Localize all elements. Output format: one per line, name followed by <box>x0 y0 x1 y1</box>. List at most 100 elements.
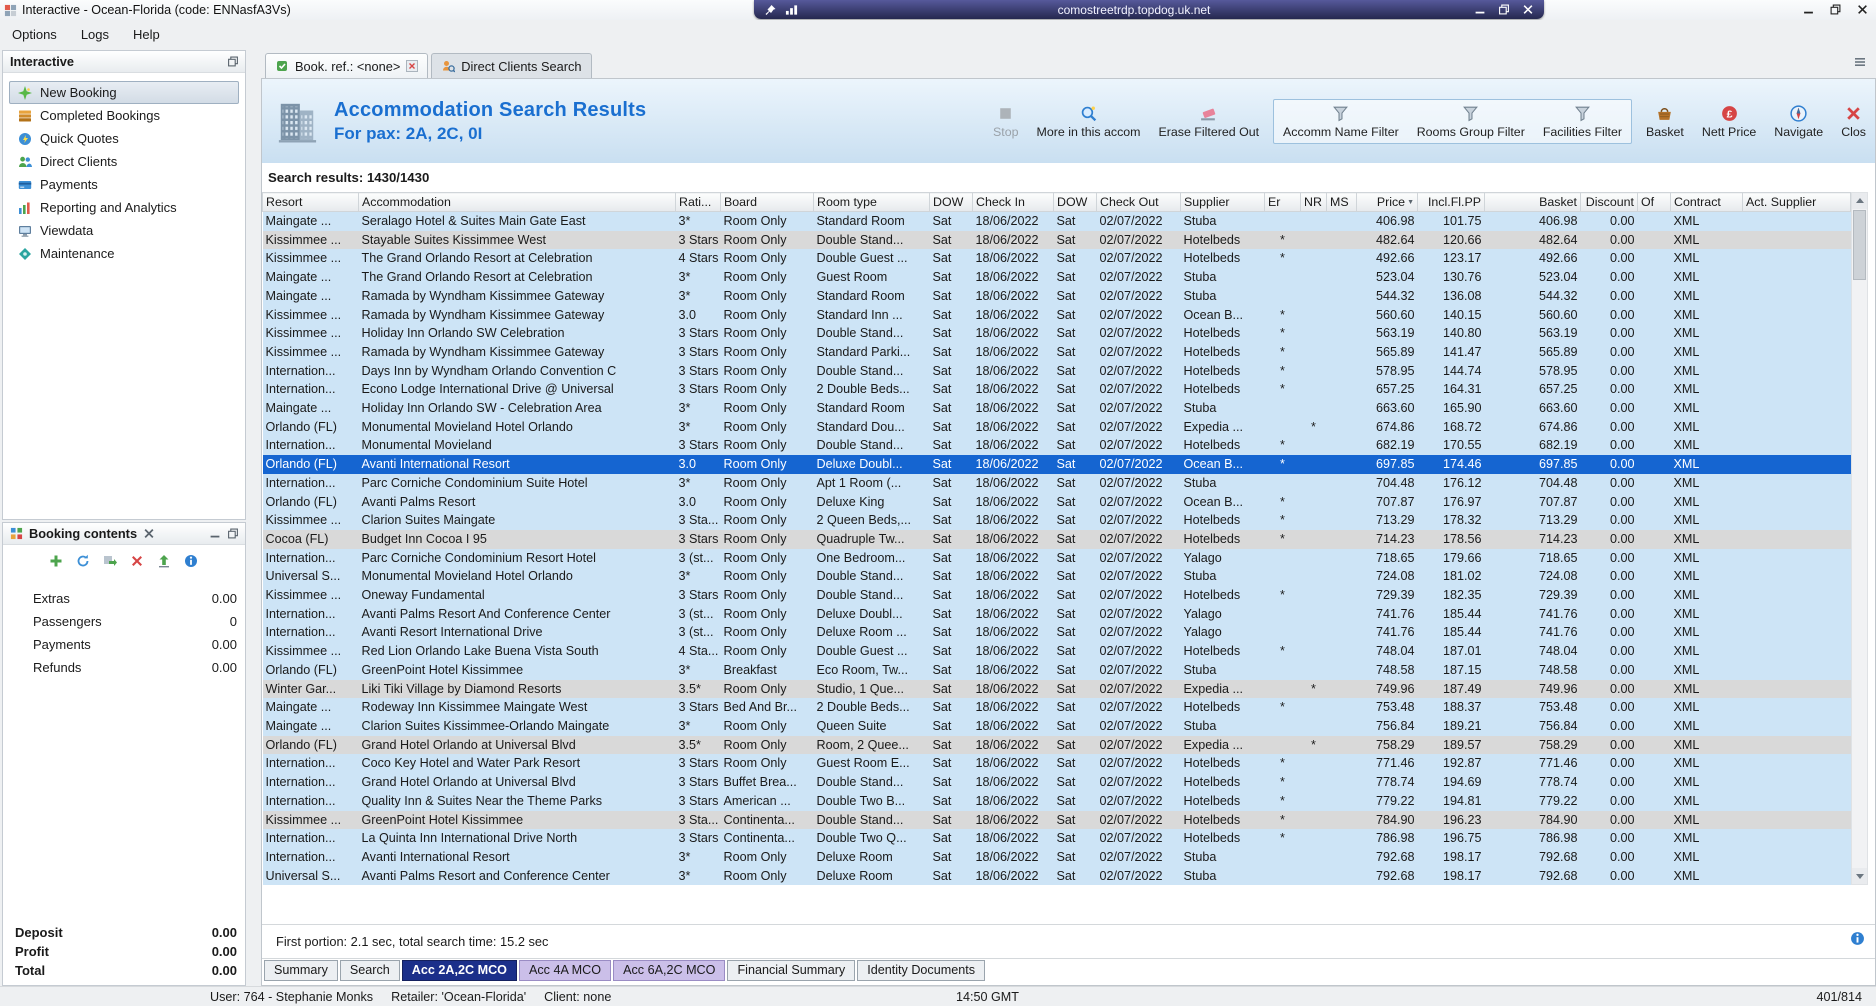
column-header-supplier[interactable]: Supplier <box>1180 192 1265 212</box>
column-header-dow[interactable]: DOW <box>929 192 973 212</box>
menu-item-options[interactable]: Options <box>8 25 61 44</box>
sidebar-item-maintenance[interactable]: Maintenance <box>9 242 239 265</box>
column-header-check-out[interactable]: Check Out <box>1096 192 1181 212</box>
table-row[interactable]: Internation... Coco Key Hotel and Water P… <box>262 754 1851 774</box>
tab-close-icon[interactable] <box>406 60 419 72</box>
more-in-this-accom-button[interactable]: More in this accom <box>1028 100 1150 143</box>
column-header-of[interactable]: Of <box>1637 192 1671 212</box>
table-row[interactable]: Kissimmee ... Clarion Suites Maingate 3 St… <box>262 511 1851 530</box>
info-icon[interactable] <box>1850 931 1865 946</box>
table-row[interactable]: Orlando (FL) Monumental Movieland Hotel O… <box>262 417 1851 437</box>
sidebar-item-viewdata[interactable]: Viewdata <box>9 219 239 242</box>
table-row[interactable]: Cocoa (FL) Budget Inn Cocoa I 95 3 Stars Ro… <box>262 529 1851 549</box>
tab-direct-clients-search[interactable]: Direct Clients Search <box>431 53 592 78</box>
column-header-rati[interactable]: Rati... <box>675 192 721 212</box>
table-row[interactable]: Universal S... Avanti Palms Resort and Co… <box>262 866 1851 886</box>
menu-item-logs[interactable]: Logs <box>77 25 113 44</box>
sidebar-item-payments[interactable]: Payments <box>9 173 239 196</box>
table-row[interactable]: Winter Gar... Liki Tiki Village by Diamon… <box>262 679 1851 699</box>
column-header-discount[interactable]: Discount <box>1580 192 1638 212</box>
table-row[interactable]: Maingate ... Holiday Inn Orlando SW - Cel… <box>262 399 1851 418</box>
table-row[interactable]: Maingate ... The Grand Orlando Resort at … <box>262 268 1851 287</box>
nett-price-button[interactable]: £ Nett Price <box>1693 100 1765 143</box>
bottom-tab-identity-documents[interactable]: Identity Documents <box>857 960 986 981</box>
table-row[interactable]: Internation... Avanti International Resor… <box>262 847 1851 867</box>
erase-filtered-out-button[interactable]: Erase Filtered Out <box>1150 100 1269 143</box>
table-row[interactable]: Kissimmee ... Red Lion Orlando Lake Buena… <box>262 642 1851 661</box>
bottom-tab-acc-6a-2c-mco[interactable]: Acc 6A,2C MCO <box>613 960 726 981</box>
pin-icon[interactable] <box>764 4 777 16</box>
bottom-tab-summary[interactable]: Summary <box>264 960 338 981</box>
column-header-incl-fl-pp[interactable]: Incl.Fl.PP <box>1417 192 1485 212</box>
table-row[interactable]: Internation... Avanti Resort Internationa… <box>262 623 1851 643</box>
booking-upload-button[interactable] <box>157 554 172 569</box>
basket-button[interactable]: Basket <box>1637 100 1693 143</box>
facilities-filter-button[interactable]: Facilities Filter <box>1534 100 1631 143</box>
vertical-scrollbar[interactable] <box>1851 192 1868 886</box>
table-row[interactable]: Internation... Monumental Movieland 3 Star… <box>262 436 1851 456</box>
scroll-up-icon[interactable] <box>1852 193 1867 209</box>
menu-item-help[interactable]: Help <box>129 25 164 44</box>
table-row[interactable]: Maingate ... Seralago Hotel & Suites Main… <box>262 211 1851 231</box>
clos-button[interactable]: Clos <box>1832 100 1875 143</box>
table-row[interactable]: Internation... Econo Lodge International … <box>262 380 1851 400</box>
scroll-track[interactable] <box>1852 281 1867 868</box>
column-header-er[interactable]: Er <box>1264 192 1301 212</box>
table-row[interactable]: Internation... Grand Hotel Orlando at Uni… <box>262 773 1851 792</box>
column-header-contract[interactable]: Contract <box>1670 192 1743 212</box>
bottom-tab-financial-summary[interactable]: Financial Summary <box>727 960 856 981</box>
table-row[interactable]: Internation... La Quinta Inn Internationa… <box>262 829 1851 848</box>
booking-add-button[interactable] <box>49 554 64 569</box>
table-row[interactable]: Kissimmee ... GreenPoint Hotel Kissimmee 3… <box>262 810 1851 830</box>
bottom-tab-search[interactable]: Search <box>339 960 400 981</box>
table-row[interactable]: Kissimmee ... The Grand Orlando Resort at… <box>262 249 1851 269</box>
table-row[interactable]: Kissimmee ... Ramada by Wyndham Kissimmee… <box>262 305 1851 325</box>
rooms-group-filter-button[interactable]: Rooms Group Filter <box>1408 100 1534 143</box>
table-row[interactable]: Orlando (FL) Avanti Palms Resort 3.0 Room O… <box>262 492 1851 512</box>
column-header-ms[interactable]: MS <box>1326 192 1357 212</box>
navigate-button[interactable]: Navigate <box>1765 100 1832 143</box>
column-header-resort[interactable]: Resort <box>262 192 359 212</box>
column-header-board[interactable]: Board <box>720 192 814 212</box>
column-header-act-supplier[interactable]: Act. Supplier <box>1742 192 1851 212</box>
table-row[interactable]: Internation... Avanti Palms Resort And Co… <box>262 604 1851 624</box>
table-row[interactable]: Kissimmee ... Oneway Fundamental 3 Stars Ro… <box>262 586 1851 605</box>
table-row[interactable]: Internation... Parc Corniche Condominium … <box>262 473 1851 493</box>
table-row[interactable]: Orlando (FL) Avanti International Resort 3… <box>262 455 1851 474</box>
window-close-icon[interactable] <box>1857 4 1868 15</box>
table-row[interactable]: Orlando (FL) Grand Hotel Orlando at Unive… <box>262 735 1851 755</box>
column-header-dow[interactable]: DOW <box>1053 192 1097 212</box>
rdp-minimize-icon[interactable] <box>1474 4 1486 15</box>
sidebar-item-direct-clients[interactable]: Direct Clients <box>9 150 239 173</box>
window-minimize-icon[interactable] <box>1803 4 1814 15</box>
sidebar-item-new-booking[interactable]: New Booking <box>9 81 239 104</box>
table-row[interactable]: Internation... Days Inn by Wyndham Orland… <box>262 361 1851 381</box>
bottom-tab-acc-4a-mco[interactable]: Acc 4A MCO <box>518 960 612 981</box>
table-row[interactable]: Internation... Quality Inn & Suites Near … <box>262 791 1851 811</box>
table-row[interactable]: Maingate ... Clarion Suites Kissimmee-Orl… <box>262 716 1851 736</box>
accomm-name-filter-button[interactable]: Accomm Name Filter <box>1274 100 1408 143</box>
rdp-restore-icon[interactable] <box>1498 4 1510 15</box>
sidebar-item-quick-quotes[interactable]: Quick Quotes <box>9 127 239 150</box>
stop-button[interactable]: Stop <box>984 100 1028 143</box>
column-header-check-in[interactable]: Check In <box>972 192 1054 212</box>
table-row[interactable]: Universal S... Monumental Movieland Hotel… <box>262 567 1851 587</box>
tab-book-ref-none[interactable]: Book. ref.: <none> <box>265 53 429 78</box>
column-header-price[interactable]: Price ▼ <box>1356 192 1418 212</box>
sidebar-item-completed-bookings[interactable]: Completed Bookings <box>9 104 239 127</box>
booking-panel-close-icon[interactable] <box>143 528 155 539</box>
booking-panel-restore-icon[interactable] <box>227 528 239 539</box>
table-row[interactable]: Maingate ... Rodeway Inn Kissimmee Mainga… <box>262 698 1851 717</box>
table-row[interactable]: Kissimmee ... Holiday Inn Orlando SW Cele… <box>262 324 1851 343</box>
table-row[interactable]: Maingate ... Ramada by Wyndham Kissimmee … <box>262 286 1851 306</box>
column-header-accommodation[interactable]: Accommodation <box>358 192 676 212</box>
table-row[interactable]: Kissimmee ... Stayable Suites Kissimmee W… <box>262 230 1851 250</box>
column-header-room-type[interactable]: Room type <box>813 192 930 212</box>
table-row[interactable]: Internation... Parc Corniche Condominium … <box>262 548 1851 568</box>
table-row[interactable]: Kissimmee ... Ramada by Wyndham Kissimmee… <box>262 342 1851 362</box>
window-restore-icon[interactable] <box>1830 4 1841 15</box>
rdp-close-icon[interactable] <box>1522 4 1534 15</box>
booking-delete-button[interactable] <box>130 554 145 569</box>
booking-transfer-button[interactable] <box>103 554 118 569</box>
bottom-tab-acc-2a-2c-mco[interactable]: Acc 2A,2C MCO <box>401 960 517 981</box>
